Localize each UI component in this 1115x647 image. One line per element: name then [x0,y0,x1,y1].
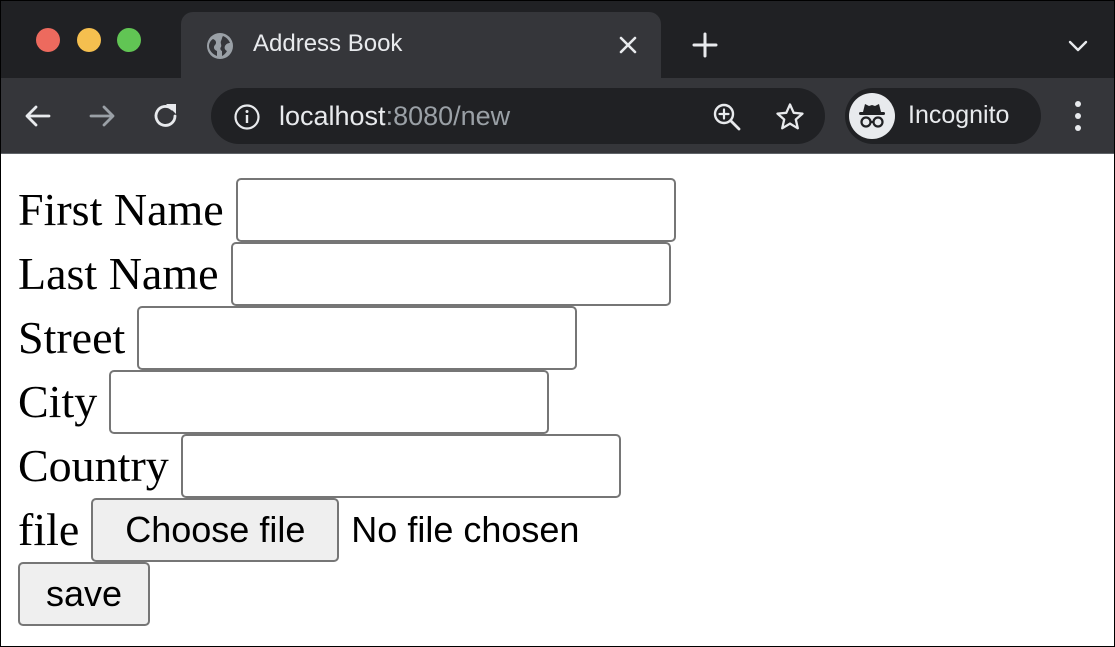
browser-toolbar: localhost:8080/new Incognito [1,78,1114,154]
country-input[interactable] [180,434,621,498]
bookmark-star-icon[interactable] [774,101,806,133]
first-name-input[interactable] [235,178,676,242]
globe-icon [207,33,233,59]
first-name-label: First Name [18,184,224,235]
url-path: :8080/new [385,101,511,131]
choose-file-button[interactable]: Choose file [91,498,340,562]
first-name-row: First Name [18,178,676,242]
page-content: First Name Last Name Street City Country… [1,154,1114,646]
url-text: localhost:8080/new [279,101,510,132]
save-button[interactable]: save [18,562,150,626]
browser-window: Address Book localhost:8080/new Incognit… [0,0,1115,647]
tab-title: Address Book [253,30,403,57]
zoom-in-icon[interactable] [711,101,743,133]
maximize-window-button[interactable] [117,28,141,52]
tab-strip: Address Book [1,1,1114,78]
incognito-icon [849,93,895,139]
reload-icon[interactable] [150,100,182,132]
last-name-label: Last Name [18,248,219,299]
file-label: file [18,504,80,555]
url-host: localhost [279,101,386,131]
incognito-profile-button[interactable]: Incognito [845,88,1041,144]
new-tab-icon[interactable] [691,31,719,59]
minimize-window-button[interactable] [77,28,101,52]
file-row: file Choose file No file chosen [18,498,579,562]
street-row: Street [18,306,578,370]
country-label: Country [18,440,169,491]
chevron-down-icon[interactable] [1066,36,1090,56]
tab-address-book[interactable]: Address Book [181,12,661,78]
street-label: Street [18,312,126,363]
close-icon[interactable] [617,34,639,56]
incognito-label: Incognito [908,101,1010,129]
more-vertical-icon[interactable] [1067,98,1089,134]
back-arrow-icon[interactable] [22,100,54,132]
close-window-button[interactable] [36,28,60,52]
file-status-text: No file chosen [351,509,580,550]
city-row: City [18,370,550,434]
last-name-row: Last Name [18,242,671,306]
country-row: Country [18,434,621,498]
last-name-input[interactable] [230,242,671,306]
city-label: City [18,376,98,427]
info-icon[interactable] [233,103,261,131]
forward-arrow-icon[interactable] [86,100,118,132]
street-input[interactable] [137,306,578,370]
address-bar[interactable]: localhost:8080/new [211,88,825,144]
city-input[interactable] [109,370,550,434]
